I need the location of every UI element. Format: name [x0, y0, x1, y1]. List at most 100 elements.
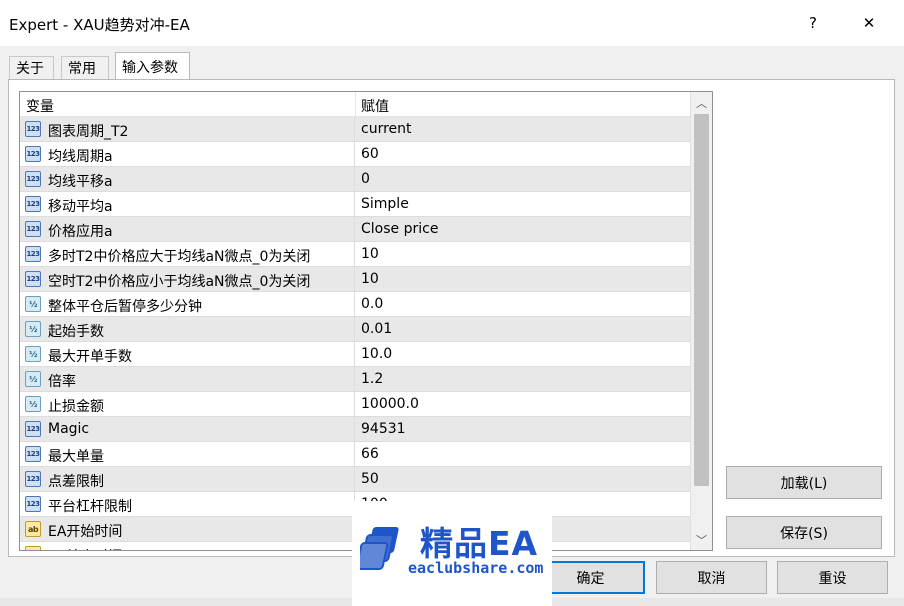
- close-icon: ✕: [862, 14, 876, 32]
- vertical-scrollbar[interactable]: ︿ ﹀: [690, 92, 712, 550]
- string-type-icon: ab: [25, 546, 41, 550]
- list-header: 变量 赋值: [20, 92, 690, 117]
- watermark-logo: 精品EA eaclubshare.com: [352, 501, 552, 606]
- tab-about[interactable]: 关于: [9, 56, 54, 79]
- ok-button[interactable]: 确定: [536, 561, 645, 594]
- double-type-icon: ½: [25, 371, 41, 387]
- reset-button[interactable]: 重设: [777, 561, 888, 594]
- table-row[interactable]: ½ 倍率 1.2: [20, 367, 690, 392]
- table-row[interactable]: 123 点差限制 50: [20, 467, 690, 492]
- integer-type-icon: 123: [25, 171, 41, 187]
- table-row[interactable]: 123 均线周期a 60: [20, 142, 690, 167]
- variable-name: 均线平移a: [48, 174, 113, 190]
- table-row[interactable]: ½ 起始手数 0.01: [20, 317, 690, 342]
- column-divider[interactable]: [355, 92, 356, 116]
- parameter-list[interactable]: 变量 赋值 123 图表周期_T2 current 123 均线周期a 60 123 均线平移…: [19, 91, 713, 551]
- variable-value[interactable]: Close price: [361, 221, 438, 237]
- load-button[interactable]: 加载(L): [726, 466, 882, 499]
- integer-type-icon: 123: [25, 121, 41, 137]
- variable-cell: 123 移动平均a: [20, 192, 355, 216]
- chevron-up-icon: ︿: [696, 96, 707, 110]
- table-row[interactable]: 123 空时T2中价格应小于均线aN微点_0为关闭 10: [20, 267, 690, 292]
- column-header-value[interactable]: 赋值: [361, 96, 389, 116]
- variable-value[interactable]: 10: [361, 246, 379, 262]
- variable-value[interactable]: current: [361, 121, 412, 137]
- variable-value[interactable]: 50: [361, 471, 379, 487]
- variable-name: 点差限制: [48, 474, 104, 490]
- integer-type-icon: 123: [25, 246, 41, 262]
- cancel-button[interactable]: 取消: [656, 561, 767, 594]
- variable-value[interactable]: Simple: [361, 196, 409, 212]
- variable-name: Magic: [48, 421, 90, 437]
- taskbar-edge: [0, 598, 352, 606]
- variable-name: 价格应用a: [48, 224, 113, 240]
- string-type-icon: ab: [25, 521, 41, 537]
- table-row[interactable]: 123 价格应用a Close price: [20, 217, 690, 242]
- variable-cell: ½ 起始手数: [20, 317, 355, 341]
- variable-cell: ½ 最大开单手数: [20, 342, 355, 366]
- scrollbar-thumb[interactable]: [694, 114, 709, 486]
- variable-name: 图表周期_T2: [48, 124, 129, 140]
- table-row[interactable]: ½ 止损金额 10000.0: [20, 392, 690, 417]
- variable-cell: ab EA开始时间: [20, 517, 355, 541]
- variable-cell: 123 图表周期_T2: [20, 117, 355, 141]
- variable-value[interactable]: 0.0: [361, 296, 383, 312]
- table-row[interactable]: 123 均线平移a 0: [20, 167, 690, 192]
- help-button[interactable]: ?: [790, 8, 836, 38]
- integer-type-icon: 123: [25, 221, 41, 237]
- table-row[interactable]: ½ 整体平仓后暂停多少分钟 0.0: [20, 292, 690, 317]
- taskbar-edge-right: [552, 598, 904, 606]
- variable-name: 最大开单手数: [48, 349, 132, 365]
- save-button[interactable]: 保存(S): [726, 516, 882, 549]
- variable-value[interactable]: 10.0: [361, 346, 392, 362]
- integer-type-icon: 123: [25, 421, 41, 437]
- tab-inputs[interactable]: 输入参数: [115, 52, 190, 80]
- variable-name: 移动平均a: [48, 199, 113, 215]
- variable-cell: 123 价格应用a: [20, 217, 355, 241]
- variable-value[interactable]: 60: [361, 146, 379, 162]
- variable-cell: ½ 止损金额: [20, 392, 355, 416]
- variable-name: 均线周期a: [48, 149, 113, 165]
- variable-value[interactable]: 94531: [361, 421, 406, 437]
- integer-type-icon: 123: [25, 446, 41, 462]
- variable-cell: 123 多时T2中价格应大于均线aN微点_0为关闭: [20, 242, 355, 266]
- window-title: Expert - XAU趋势对冲-EA: [9, 16, 190, 34]
- double-type-icon: ½: [25, 346, 41, 362]
- title-bar: Expert - XAU趋势对冲-EA ? ✕: [0, 0, 904, 46]
- watermark-brand: 精品EA: [420, 524, 539, 563]
- scroll-up-button[interactable]: ︿: [691, 92, 712, 113]
- integer-type-icon: 123: [25, 146, 41, 162]
- variable-cell: 123 Magic: [20, 417, 355, 441]
- variable-cell: 123 空时T2中价格应小于均线aN微点_0为关闭: [20, 267, 355, 291]
- variable-value[interactable]: 0: [361, 171, 370, 187]
- stacked-layers-icon: [360, 527, 399, 570]
- variable-cell: 123 均线周期a: [20, 142, 355, 166]
- variable-value[interactable]: 66: [361, 446, 379, 462]
- variable-cell: 123 均线平移a: [20, 167, 355, 191]
- scroll-down-button[interactable]: ﹀: [691, 529, 712, 550]
- table-row[interactable]: 123 最大单量 66: [20, 442, 690, 467]
- close-button[interactable]: ✕: [846, 8, 892, 38]
- tab-common[interactable]: 常用: [61, 56, 109, 79]
- variable-name: 空时T2中价格应小于均线aN微点_0为关闭: [48, 274, 311, 290]
- variable-value[interactable]: 10000.0: [361, 396, 419, 412]
- variable-cell: ½ 整体平仓后暂停多少分钟: [20, 292, 355, 316]
- double-type-icon: ½: [25, 296, 41, 312]
- variable-cell: ½ 倍率: [20, 367, 355, 391]
- variable-value[interactable]: 10: [361, 271, 379, 287]
- table-row[interactable]: 123 图表周期_T2 current: [20, 117, 690, 142]
- column-header-variable[interactable]: 变量: [26, 96, 54, 116]
- variable-cell: ab EA结束时间: [20, 542, 355, 550]
- variable-name: 最大单量: [48, 449, 104, 465]
- variable-name: 平台杠杆限制: [48, 499, 132, 515]
- table-row[interactable]: 123 移动平均a Simple: [20, 192, 690, 217]
- list-rows: 123 图表周期_T2 current 123 均线周期a 60 123 均线平移a 0 123 移…: [20, 117, 690, 550]
- table-row[interactable]: ½ 最大开单手数 10.0: [20, 342, 690, 367]
- variable-value[interactable]: 1.2: [361, 371, 383, 387]
- table-row[interactable]: 123 多时T2中价格应大于均线aN微点_0为关闭 10: [20, 242, 690, 267]
- variable-name: 整体平仓后暂停多少分钟: [48, 299, 202, 315]
- variable-name: EA开始时间: [48, 524, 123, 540]
- table-row[interactable]: 123 Magic 94531: [20, 417, 690, 442]
- variable-name: 起始手数: [48, 324, 104, 340]
- variable-value[interactable]: 0.01: [361, 321, 392, 337]
